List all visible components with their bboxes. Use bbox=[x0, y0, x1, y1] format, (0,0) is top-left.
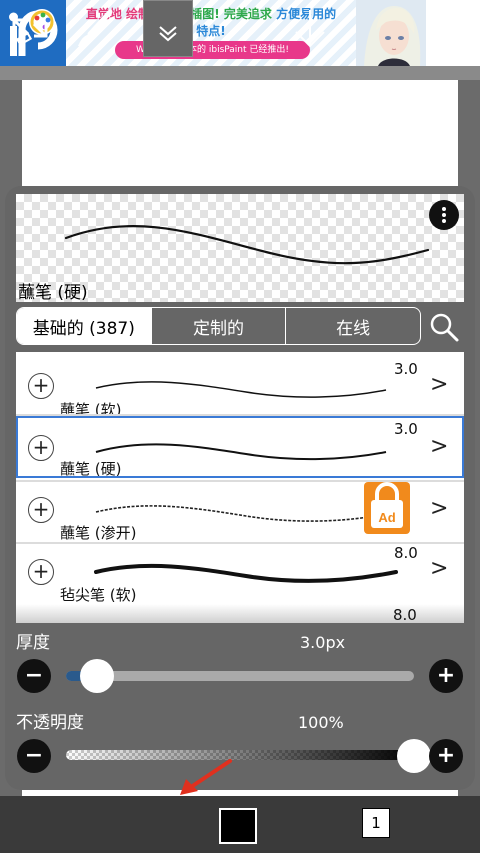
tab-online[interactable]: 在线 bbox=[285, 308, 420, 344]
chevron-down-icon[interactable] bbox=[143, 0, 193, 57]
plus-icon[interactable]: + bbox=[28, 559, 54, 585]
more-vertical-icon[interactable] bbox=[429, 200, 459, 230]
brush-row-felt-pen-soft[interactable]: + 8.0 毡尖笔 (软) > bbox=[16, 544, 464, 604]
preview-brush-name: 蘸笔 (硬) bbox=[18, 283, 88, 303]
brush-name: 蘸笔 (硬) bbox=[60, 460, 122, 478]
color-swatch[interactable] bbox=[219, 808, 257, 844]
brush-size: 3.0 bbox=[394, 360, 418, 378]
opacity-slider[interactable] bbox=[66, 750, 414, 760]
ad-character-illustration bbox=[356, 0, 426, 66]
lock-icon[interactable]: Ad bbox=[364, 482, 410, 534]
tab-custom[interactable]: 定制的 bbox=[150, 308, 286, 344]
thickness-label: 厚度 bbox=[16, 633, 50, 653]
tab-basic[interactable]: 基础的 (387) bbox=[17, 308, 151, 344]
back-arrow-icon[interactable] bbox=[428, 0, 474, 57]
brush-name: 毡尖笔 (软) bbox=[60, 586, 137, 604]
brush-icon[interactable] bbox=[70, 0, 120, 57]
chevron-right-icon[interactable]: > bbox=[430, 372, 448, 397]
brush-size: 8.0 bbox=[393, 606, 417, 623]
canvas-top-band bbox=[0, 66, 480, 80]
brush-name: 蘸笔 (渗开) bbox=[60, 524, 137, 542]
ad-lock-label: Ad bbox=[378, 510, 396, 525]
plus-icon[interactable]: + bbox=[429, 739, 463, 773]
brush-size: 3.0 bbox=[394, 420, 418, 438]
plus-icon[interactable]: + bbox=[28, 373, 54, 399]
transform-tool-icon[interactable] bbox=[6, 0, 56, 57]
brush-stroke-preview bbox=[95, 443, 387, 461]
brush-tabs: 基础的 (387) 定制的 在线 bbox=[16, 307, 421, 345]
ibispaint-screen: 直觉地 绘制 高水准插图! 完美追求 方便易用的 特点! Windows 版本的… bbox=[0, 0, 480, 853]
opacity-slider-thumb[interactable] bbox=[397, 739, 431, 773]
plus-icon[interactable]: + bbox=[28, 435, 54, 461]
minus-icon[interactable]: − bbox=[17, 659, 51, 693]
brush-list: + 3.0 蘸笔 (软) > + 3.0 蘸笔 (硬) > + 蘸笔 (渗开) … bbox=[16, 352, 464, 623]
thickness-value: 3.0px bbox=[300, 633, 346, 652]
thickness-slider[interactable] bbox=[66, 671, 414, 681]
layers-icon[interactable]: 1 bbox=[362, 808, 390, 838]
arrow-down-icon[interactable] bbox=[290, 0, 330, 57]
annotation-arrow-icon bbox=[180, 759, 232, 795]
plus-icon[interactable]: + bbox=[429, 659, 463, 693]
chevron-right-icon[interactable]: > bbox=[430, 556, 448, 581]
minus-icon[interactable]: − bbox=[17, 739, 51, 773]
search-icon[interactable] bbox=[427, 310, 461, 344]
brush-size: 8.0 bbox=[394, 544, 418, 562]
opacity-label: 不透明度 bbox=[16, 713, 84, 733]
ad-headline-part: 完美追求 bbox=[223, 7, 272, 21]
opacity-value: 100% bbox=[298, 713, 344, 732]
brush-stroke-preview bbox=[95, 381, 387, 398]
chevron-right-icon[interactable]: > bbox=[430, 434, 448, 459]
chevron-right-icon[interactable]: > bbox=[430, 496, 448, 521]
brush-row-partial[interactable]: 8.0 bbox=[16, 604, 464, 623]
plus-icon[interactable]: + bbox=[28, 497, 54, 523]
brush-row-pen-soft[interactable]: + 3.0 蘸笔 (软) > bbox=[16, 356, 464, 419]
brush-row-pen-hard[interactable]: + 3.0 蘸笔 (硬) > bbox=[16, 416, 464, 478]
